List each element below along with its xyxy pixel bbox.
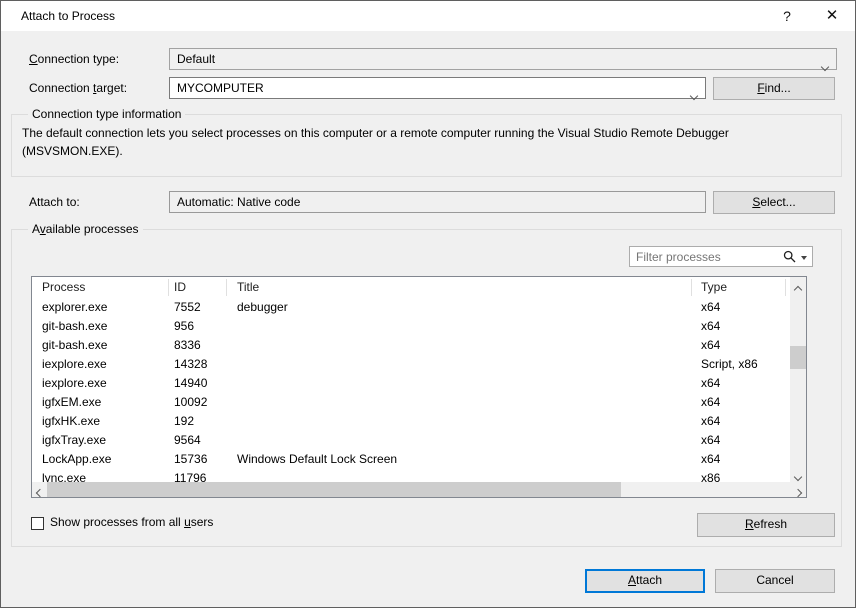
horizontal-scrollbar[interactable] [32,482,806,497]
connection-type-label: Connection type: [29,52,119,66]
chevron-down-icon[interactable] [691,85,697,105]
attach-to-process-dialog: Attach to Process ? ✕ Connection type: D… [0,0,856,608]
titlebar[interactable]: Attach to Process ? ✕ [1,1,855,31]
process-list: Process ID Title Type explorer.exe7552de… [31,276,807,498]
scroll-left-icon[interactable] [32,482,48,497]
connection-type-info-group: Connection type information The default … [11,114,842,177]
filter-processes-box[interactable] [629,246,813,267]
cancel-button[interactable]: Cancel [715,569,835,593]
process-row[interactable]: explorer.exe7552debuggerx64 [32,298,790,317]
process-row[interactable]: lync.exe11796x86 [32,469,790,483]
close-icon[interactable]: ✕ [816,1,848,31]
attach-button[interactable]: Attach [585,569,705,593]
vertical-scrollbar[interactable] [790,277,806,482]
attach-to-label: Attach to: [29,195,80,209]
connection-target-combobox[interactable]: MYCOMPUTER [169,77,706,99]
scroll-right-icon[interactable] [790,482,806,497]
process-row[interactable]: igfxTray.exe9564x64 [32,431,790,450]
available-processes-title: Available processes [28,222,143,236]
chevron-down-icon[interactable] [822,56,828,76]
show-all-users-checkbox[interactable] [31,517,44,530]
column-header-type[interactable]: Type [701,277,727,298]
scroll-down-icon[interactable] [790,465,806,482]
filter-processes-input[interactable] [636,248,771,265]
connection-type-info-text: The default connection lets you select p… [22,124,729,160]
horizontal-scrollbar-thumb[interactable] [47,482,621,497]
attach-to-field[interactable]: Automatic: Native code [169,191,706,213]
connection-type-info-title: Connection type information [28,107,185,121]
process-rows: explorer.exe7552debuggerx64 git-bash.exe… [32,298,790,483]
process-list-header: Process ID Title Type [32,277,790,298]
process-row[interactable]: iexplore.exe14328Script, x86 [32,355,790,374]
process-row[interactable]: igfxHK.exe192x64 [32,412,790,431]
refresh-button[interactable]: Refresh [697,513,835,537]
scroll-up-icon[interactable] [790,277,806,294]
column-header-process[interactable]: Process [42,277,85,298]
search-icon[interactable] [783,250,796,266]
help-icon[interactable]: ? [771,1,803,31]
column-header-title[interactable]: Title [237,277,259,298]
show-all-users-label[interactable]: Show processes from all users [50,515,213,529]
select-button[interactable]: Select... [713,191,835,214]
process-row[interactable]: iexplore.exe14940x64 [32,374,790,393]
process-row[interactable]: igfxEM.exe10092x64 [32,393,790,412]
process-row[interactable]: git-bash.exe956x64 [32,317,790,336]
connection-type-value: Default [177,52,215,66]
column-header-id[interactable]: ID [174,277,186,298]
process-row[interactable]: LockApp.exe15736Windows Default Lock Scr… [32,450,790,469]
connection-type-combobox[interactable]: Default [169,48,837,70]
connection-target-value: MYCOMPUTER [177,81,264,95]
process-row[interactable]: git-bash.exe8336x64 [32,336,790,355]
filter-options-caret-icon[interactable] [801,256,807,260]
connection-target-label: Connection target: [29,81,127,95]
vertical-scrollbar-thumb[interactable] [790,346,806,369]
find-button[interactable]: Find... [713,77,835,100]
dialog-title: Attach to Process [21,1,115,31]
